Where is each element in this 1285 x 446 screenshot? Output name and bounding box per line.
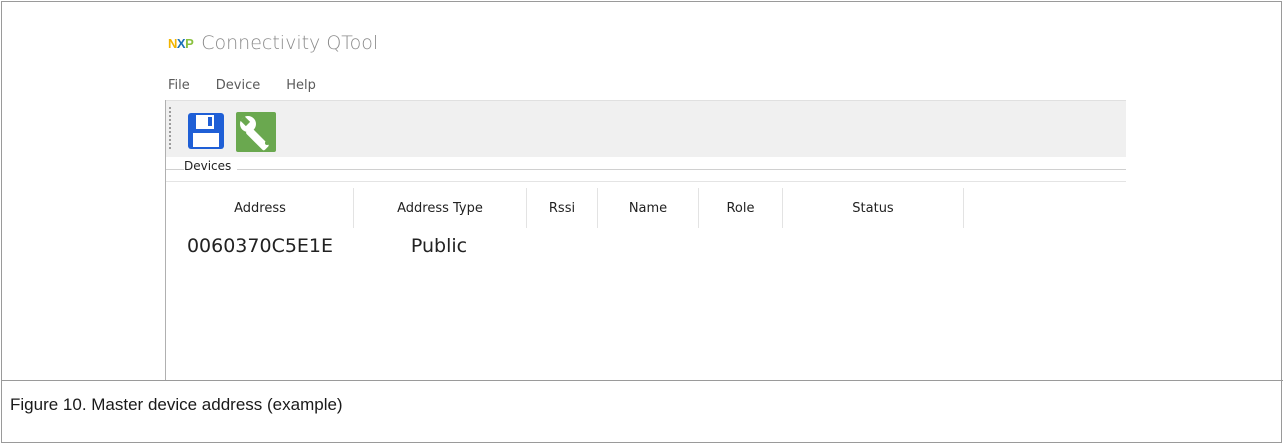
menu-device[interactable]: Device: [216, 78, 260, 93]
column-header-status[interactable]: Status: [783, 188, 964, 228]
toolbar-grip[interactable]: [169, 107, 171, 151]
column-header-address-type[interactable]: Address Type: [354, 188, 527, 228]
wrench-icon: [236, 112, 276, 152]
menu-bar: File Device Help: [168, 78, 316, 93]
column-header-address[interactable]: Address: [167, 188, 354, 228]
table-header: Address Address Type Rssi Name Role Stat…: [167, 188, 964, 228]
menu-help[interactable]: Help: [286, 78, 316, 93]
group-divider-lower: [166, 181, 1126, 182]
menu-file[interactable]: File: [168, 78, 190, 93]
column-header-role[interactable]: Role: [699, 188, 783, 228]
cell-address-type: Public: [410, 235, 468, 257]
column-header-name[interactable]: Name: [598, 188, 699, 228]
figure-caption: Figure 10. Master device address (exampl…: [10, 395, 343, 414]
group-divider: [166, 169, 1126, 170]
toolbar: [166, 100, 1126, 157]
floppy-save-icon: [188, 113, 224, 149]
caption-divider: [1, 380, 1283, 381]
table-row[interactable]: 0060370C5E1E Public: [167, 232, 525, 260]
column-header-rssi[interactable]: Rssi: [527, 188, 598, 228]
devices-group-label: Devices: [184, 159, 238, 173]
nxp-logo: NXP: [168, 35, 194, 51]
app-title: Connectivity QTool: [201, 32, 379, 54]
cell-address: 0060370C5E1E: [186, 235, 334, 257]
save-button[interactable]: [186, 111, 226, 151]
settings-button[interactable]: [235, 111, 276, 152]
app-title-bar: NXP Connectivity QTool: [168, 32, 378, 54]
